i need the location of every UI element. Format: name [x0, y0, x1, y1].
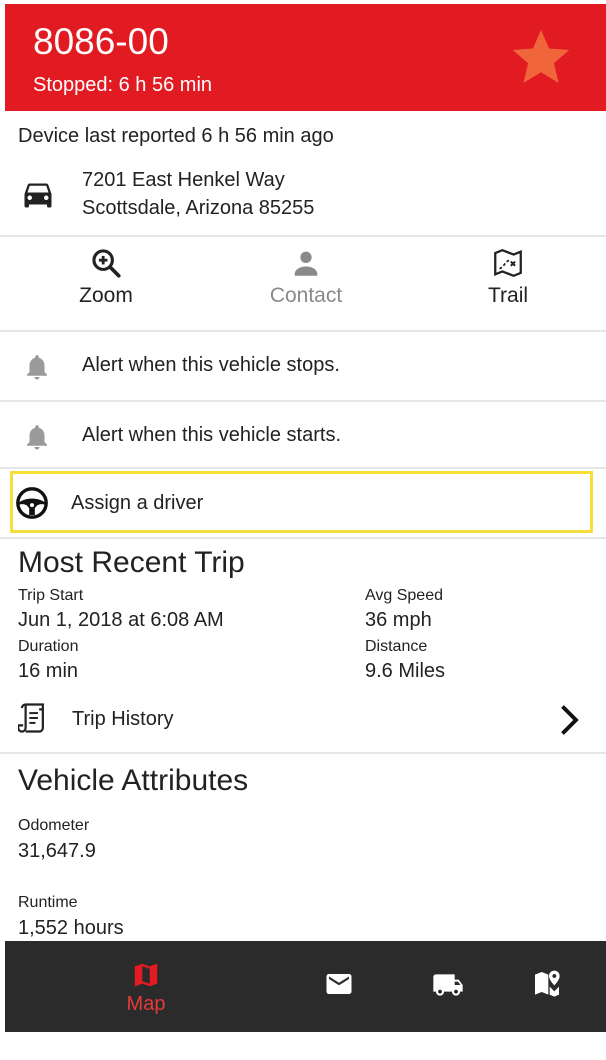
divider: [0, 752, 606, 754]
divider: [0, 467, 606, 469]
odometer-value: 31,647.9: [18, 840, 96, 862]
document-icon: [18, 703, 44, 733]
divider: [0, 537, 606, 539]
alert-stops-label: Alert when this vehicle stops.: [82, 354, 340, 376]
person-icon: [294, 251, 318, 276]
mail-icon: [326, 974, 352, 994]
zoom-button[interactable]: Zoom: [46, 246, 166, 308]
runtime-label: Runtime: [18, 894, 78, 911]
bottom-nav: Map: [5, 941, 606, 1032]
zoom-in-icon: [92, 249, 121, 278]
odometer-label: Odometer: [18, 817, 90, 834]
bell-icon: [27, 425, 47, 450]
map-trail-icon: [494, 249, 522, 277]
map-pin-icon: [535, 970, 560, 997]
vehicle-status: Stopped: 6 h 56 min: [33, 74, 213, 96]
contact-button[interactable]: Contact: [246, 246, 366, 308]
map-icon: [134, 963, 158, 987]
avg-speed-value: 36 mph: [365, 609, 432, 631]
nav-vehicles[interactable]: [426, 941, 470, 1060]
nav-map[interactable]: Map: [115, 941, 177, 1050]
assign-driver-button[interactable]: Assign a driver: [10, 471, 593, 533]
trip-history-row[interactable]: Trip History: [18, 700, 598, 740]
trip-start-label: Trip Start: [18, 587, 84, 604]
assign-driver-label: Assign a driver: [71, 492, 204, 514]
duration-label: Duration: [18, 638, 79, 655]
vehicle-attributes-title: Vehicle Attributes: [18, 764, 249, 797]
address-line-1: 7201 East Henkel Way: [82, 169, 285, 191]
contact-label: Contact: [269, 284, 343, 307]
star-icon[interactable]: [510, 26, 572, 88]
truck-icon: [433, 974, 463, 996]
distance-label: Distance: [365, 638, 428, 655]
alert-starts-label: Alert when this vehicle starts.: [82, 424, 341, 446]
distance-value: 9.6 Miles: [365, 660, 446, 682]
address-line-2: Scottsdale, Arizona 85255: [82, 197, 315, 219]
last-reported-text: Device last reported 6 h 56 min ago: [18, 125, 334, 147]
duration-value: 16 min: [18, 660, 79, 682]
zoom-label: Zoom: [79, 284, 133, 307]
alert-stops-row[interactable]: Alert when this vehicle stops.: [0, 332, 606, 400]
recent-trip-title: Most Recent Trip: [18, 546, 245, 579]
vehicle-title: 8086-00: [33, 21, 169, 62]
alert-starts-row[interactable]: Alert when this vehicle starts.: [0, 402, 606, 470]
trip-history-label: Trip History: [72, 708, 174, 730]
nav-map-label: Map: [126, 993, 166, 1015]
nav-locations[interactable]: [525, 941, 569, 1058]
nav-messages[interactable]: [317, 941, 361, 1060]
steering-wheel-icon: [16, 487, 48, 519]
runtime-value: 1,552 hours: [18, 917, 124, 939]
avg-speed-label: Avg Speed: [365, 587, 443, 604]
car-icon: [24, 183, 52, 208]
divider: [0, 235, 606, 237]
trip-start-value: Jun 1, 2018 at 6:08 AM: [18, 609, 224, 631]
bell-icon: [27, 355, 47, 380]
trail-button[interactable]: Trail: [448, 246, 568, 308]
trail-label: Trail: [487, 284, 529, 307]
chevron-right-icon: [561, 705, 579, 735]
vehicle-header: 8086-00 Stopped: 6 h 56 min: [5, 4, 606, 111]
